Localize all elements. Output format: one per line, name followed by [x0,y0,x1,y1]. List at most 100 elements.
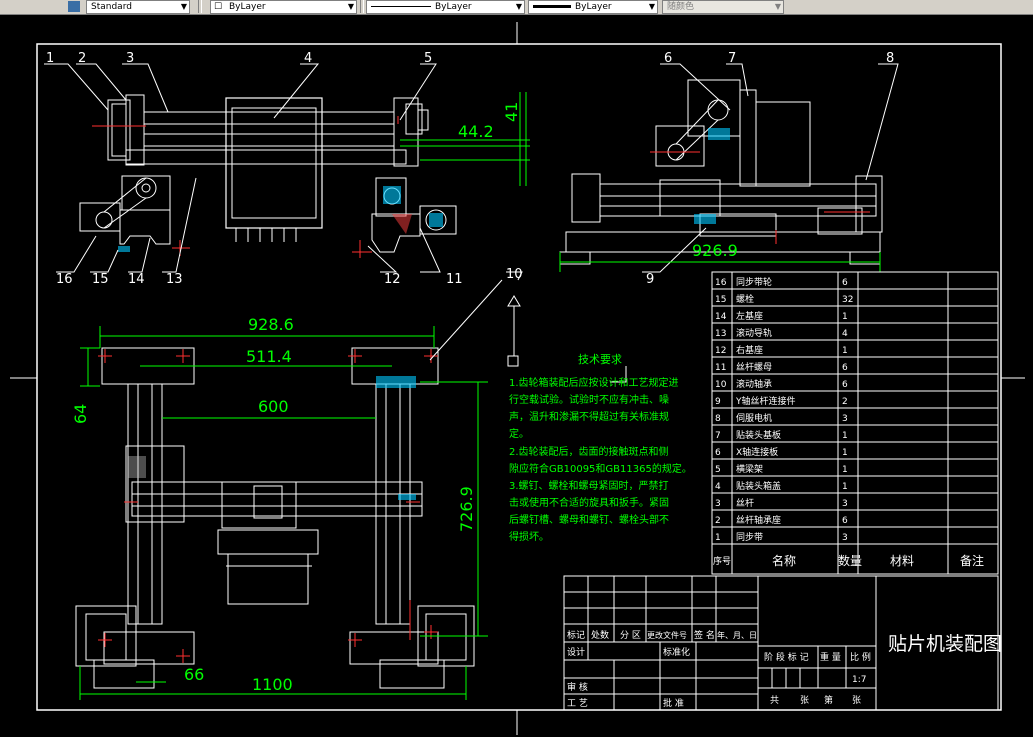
technical-requirements: 技术要求 1.齿轮箱装配后应按设计和工艺规定进 行空载试验。试验时不应有冲击、噪… [509,353,692,543]
bom-cell-qty: 1 [842,465,848,475]
tb-sheji: 设计 [567,646,585,658]
chevron-down-icon: ▼ [515,2,522,11]
bom-cell-no: 4 [715,482,721,492]
bom-cell-no: 11 [715,363,726,373]
bom-cell-name: 同步带 [736,532,763,543]
tb-chushu: 处数 [591,629,609,641]
dim-41: 41 [502,102,521,122]
top-view-hatch [128,376,416,500]
tb-genggai: 更改文件号 [647,630,687,640]
dim-1100: 1100 [252,675,293,694]
linetype-select[interactable]: ByLayer ▼ [366,0,525,14]
bom-cell-name: 同步带轮 [736,276,772,288]
bom-header-no: 序号 [713,555,731,567]
balloon-7: 7 [728,51,736,66]
bom-cell-no: 10 [715,380,727,390]
bom-cell-qty: 3 [842,499,848,509]
dim-600: 600 [258,397,289,416]
tech-line: 后螺钉槽、螺母和螺钉、螺栓头部不 [509,513,669,526]
tb-zhang2: 张 [852,695,861,706]
lineweight-preview [533,5,571,8]
drawing-title: 贴片机装配图 [888,633,1002,655]
tech-line: 定。 [509,427,529,440]
bom-cell-name: 丝杆 [736,497,754,509]
bom-cell-name: 丝杆螺母 [736,361,772,373]
bom-header-name: 名称 [772,553,796,568]
side-view-hatch [694,128,730,224]
front-view-hatch [118,186,443,252]
bom-cell-name: X轴连接板 [736,446,778,458]
style-icon[interactable] [68,1,80,12]
chevron-down-icon: ▼ [648,2,655,11]
lineweight-value: ByLayer [575,2,612,12]
balloon-13: 13 [166,272,183,287]
balloon-5: 5 [424,51,432,66]
bom-cell-no: 9 [715,397,721,407]
balloon-8: 8 [886,51,894,66]
bom-cell-name: 滚动轴承 [736,378,772,390]
bom-cell-qty: 1 [842,312,848,322]
bom-cell-name: 伺服电机 [736,412,772,424]
bom-cell-name: 左基座 [736,310,763,322]
balloon-16: 16 [56,272,73,287]
title-block-labels: 标记 处数 分 区 更改文件号 签 名 年、月、日 设计 标准化 阶 段 标 记… [567,629,871,709]
dim-926-9-side: 926.9 [692,241,738,260]
bom-cell-qty: 6 [842,363,848,373]
tb-gongyi: 工 艺 [567,698,588,709]
balloon-3: 3 [126,51,134,66]
tb-nianyueri: 年、月、日 [717,630,757,640]
bom-cell-name: 螺栓 [736,293,754,305]
side-view [559,79,883,265]
bom-cell-no: 1 [715,533,721,543]
bom-cell-name: Y轴丝杆连接件 [735,395,796,407]
bom-cell-name: 贴装头箱盖 [736,480,781,492]
bom-cell-qty: 1 [842,346,848,356]
bom-cell-no: 15 [715,295,726,305]
lineweight-select[interactable]: ByLayer ▼ [528,0,658,14]
tech-line: 隙应符合GB10095和GB11365的规定。 [509,462,692,475]
bom-cell-qty: 3 [842,533,848,543]
tb-jieduan: 阶 段 标 记 [764,651,809,663]
bom-cell-no: 14 [715,312,727,322]
layer-select[interactable]: ☐ ByLayer ▼ [210,0,357,14]
text-style-select[interactable]: Standard ▼ [86,0,190,14]
tb-scale: 1:7 [852,675,866,685]
bom-cell-name: 右基座 [736,344,763,356]
color-select[interactable]: 随颜色 ▼ [662,0,784,14]
tech-line: 1.齿轮箱装配后应按设计和工艺规定进 [509,376,679,389]
bom-cell-no: 2 [715,516,721,526]
toolbar-separator [198,0,202,13]
bom-cell-no: 5 [715,465,721,475]
tech-line: 3.螺钉、螺栓和螺母紧固时，严禁打 [509,479,669,492]
balloon-15: 15 [92,272,109,287]
bom-cell-qty: 3 [842,414,848,424]
bom-header-material: 材料 [890,554,914,568]
tb-zhang: 张 [800,695,809,706]
front-view-centerlines [92,116,399,258]
balloon-1: 1 [46,51,54,66]
bom-cell-no: 12 [715,346,726,356]
bom-cell-qty: 6 [842,278,848,288]
marker-10 [429,279,627,383]
assembly-drawing[interactable]: 44.2 41 926.9 928.6 511.4 600 64 726.9 6… [0,15,1033,737]
bom-cell-qty: 1 [842,448,848,458]
balloon-4: 4 [304,51,312,66]
chevron-down-icon: ▼ [774,2,781,11]
dim-928-6: 928.6 [248,315,294,334]
tb-biaozhunhua: 标准化 [663,646,690,658]
drawing-canvas[interactable]: 44.2 41 926.9 928.6 511.4 600 64 726.9 6… [0,15,1033,737]
chevron-down-icon: ▼ [347,2,354,11]
tb-pizhun: 批 准 [663,697,684,709]
balloon-14: 14 [128,272,145,287]
balloon-6: 6 [664,51,672,66]
bom-cell-no: 3 [715,499,721,509]
bom-cell-no: 13 [715,329,726,339]
tech-line: 2.齿轮装配后，齿面的接触斑点和侧 [509,445,669,458]
bom-cell-no: 7 [715,431,721,441]
properties-toolbar: Standard ▼ ☐ ByLayer ▼ ByLayer ▼ ByLayer… [0,0,1033,15]
tech-line: 声，温升和渗漏不得超过有关标准规 [509,410,669,423]
tech-line: 行空载试验。试验时不应有冲击、噪 [509,393,669,406]
text-style-value: Standard [91,2,132,12]
bom-rows: 16 同步带轮 615 螺栓 3214 左基座 113 滚动导轨 412 右基座 111 丝杆螺母 61… [712,276,998,545]
bom-cell-name: 滚动导轨 [736,327,772,339]
